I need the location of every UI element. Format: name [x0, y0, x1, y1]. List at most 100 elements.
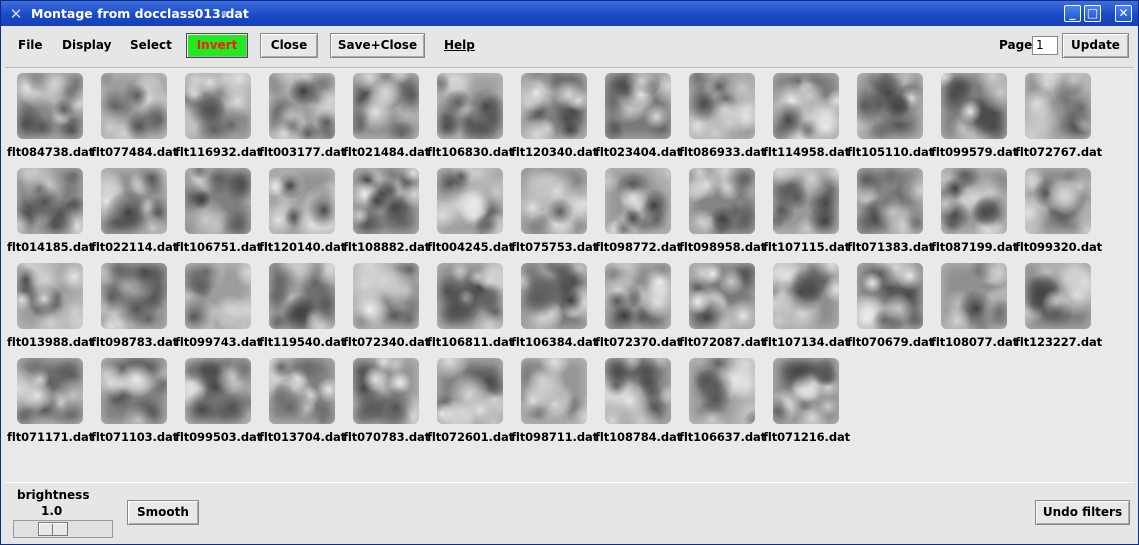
montage-cell[interactable]: flt003177.dat — [259, 69, 346, 164]
particle-image[interactable] — [773, 73, 839, 139]
particle-image[interactable] — [101, 168, 167, 234]
particle-image[interactable] — [353, 358, 419, 424]
particle-image[interactable] — [605, 358, 671, 424]
particle-image[interactable] — [941, 263, 1007, 329]
particle-image[interactable] — [17, 263, 83, 329]
particle-image[interactable] — [941, 168, 1007, 234]
particle-image[interactable] — [857, 73, 923, 139]
montage-cell[interactable]: flt119540.dat — [259, 259, 346, 354]
montage-cell[interactable]: flt099320.dat — [1015, 164, 1102, 259]
particle-image[interactable] — [185, 263, 251, 329]
montage-cell[interactable]: flt123227.dat — [1015, 259, 1102, 354]
montage-cell[interactable]: flt098711.dat — [511, 354, 598, 449]
particle-image[interactable] — [353, 168, 419, 234]
montage-cell[interactable]: flt105110.dat — [847, 69, 934, 164]
montage-cell[interactable]: flt098772.dat — [595, 164, 682, 259]
page-input[interactable]: 1 — [1032, 36, 1058, 55]
particle-image[interactable] — [773, 358, 839, 424]
particle-image[interactable] — [689, 263, 755, 329]
montage-cell[interactable]: flt072767.dat — [1015, 69, 1102, 164]
montage-cell[interactable]: flt099743.dat — [175, 259, 262, 354]
particle-image[interactable] — [269, 263, 335, 329]
montage-cell[interactable]: flt072370.dat — [595, 259, 682, 354]
particle-image[interactable] — [689, 168, 755, 234]
montage-cell[interactable]: flt107115.dat — [763, 164, 850, 259]
particle-image[interactable] — [101, 263, 167, 329]
montage-cell[interactable]: flt108077.dat — [931, 259, 1018, 354]
particle-image[interactable] — [1025, 73, 1091, 139]
montage-cell[interactable]: flt098783.dat — [91, 259, 178, 354]
particle-image[interactable] — [1025, 168, 1091, 234]
montage-cell[interactable]: flt106811.dat — [427, 259, 514, 354]
particle-image[interactable] — [521, 358, 587, 424]
montage-cell[interactable]: flt014185.dat — [7, 164, 94, 259]
brightness-slider[interactable] — [13, 520, 113, 538]
montage-cell[interactable]: flt070679.dat — [847, 259, 934, 354]
particle-image[interactable] — [101, 73, 167, 139]
particle-image[interactable] — [1025, 263, 1091, 329]
menu-file[interactable]: File — [18, 38, 43, 52]
montage-cell[interactable]: flt106830.dat — [427, 69, 514, 164]
montage-cell[interactable]: flt084738.dat — [7, 69, 94, 164]
montage-cell[interactable]: flt098958.dat — [679, 164, 766, 259]
montage-cell[interactable]: flt072601.dat — [427, 354, 514, 449]
montage-cell[interactable]: flt072087.dat — [679, 259, 766, 354]
brightness-slider-handle[interactable] — [38, 522, 68, 536]
particle-image[interactable] — [605, 73, 671, 139]
montage-cell[interactable]: flt120140.dat — [259, 164, 346, 259]
save-close-button[interactable]: Save+Close — [330, 33, 425, 58]
particle-image[interactable] — [605, 263, 671, 329]
particle-image[interactable] — [521, 73, 587, 139]
undo-filters-button[interactable]: Undo filters — [1035, 500, 1130, 525]
montage-cell[interactable]: flt086933.dat — [679, 69, 766, 164]
particle-image[interactable] — [269, 73, 335, 139]
montage-cell[interactable]: flt106384.dat — [511, 259, 598, 354]
montage-cell[interactable]: flt013704.dat — [259, 354, 346, 449]
montage-cell[interactable]: flt004245.dat — [427, 164, 514, 259]
montage-cell[interactable]: flt071383.dat — [847, 164, 934, 259]
particle-image[interactable] — [353, 73, 419, 139]
particle-image[interactable] — [17, 168, 83, 234]
montage-cell[interactable]: flt106751.dat — [175, 164, 262, 259]
maximize-button[interactable]: □ — [1084, 5, 1101, 22]
montage-cell[interactable]: flt108882.dat — [343, 164, 430, 259]
particle-image[interactable] — [689, 73, 755, 139]
particle-image[interactable] — [269, 358, 335, 424]
particle-image[interactable] — [437, 358, 503, 424]
smooth-button[interactable]: Smooth — [127, 500, 199, 525]
particle-image[interactable] — [773, 168, 839, 234]
montage-cell[interactable]: flt071216.dat — [763, 354, 850, 449]
close-button[interactable]: Close — [260, 33, 318, 58]
montage-cell[interactable]: flt071171.dat — [7, 354, 94, 449]
particle-image[interactable] — [437, 263, 503, 329]
montage-cell[interactable]: flt099579.dat — [931, 69, 1018, 164]
particle-image[interactable] — [437, 73, 503, 139]
montage-cell[interactable]: flt072340.dat — [343, 259, 430, 354]
close-window-button[interactable]: ✕ — [1115, 5, 1132, 22]
particle-image[interactable] — [17, 358, 83, 424]
montage-cell[interactable]: flt106637.dat — [679, 354, 766, 449]
menu-display[interactable]: Display — [62, 38, 111, 52]
montage-cell[interactable]: flt108784.dat — [595, 354, 682, 449]
montage-cell[interactable]: flt120340.dat — [511, 69, 598, 164]
montage-cell[interactable]: flt107134.dat — [763, 259, 850, 354]
update-button[interactable]: Update — [1062, 33, 1129, 58]
montage-cell[interactable]: flt023404.dat — [595, 69, 682, 164]
particle-image[interactable] — [17, 73, 83, 139]
particle-image[interactable] — [353, 263, 419, 329]
particle-image[interactable] — [185, 168, 251, 234]
particle-image[interactable] — [521, 263, 587, 329]
menu-help[interactable]: Help — [444, 38, 475, 52]
menu-select[interactable]: Select — [130, 38, 172, 52]
montage-cell[interactable]: flt114958.dat — [763, 69, 850, 164]
particle-image[interactable] — [101, 358, 167, 424]
invert-button[interactable]: Invert — [186, 33, 248, 58]
montage-cell[interactable]: flt075753.dat — [511, 164, 598, 259]
particle-image[interactable] — [269, 168, 335, 234]
montage-cell[interactable]: flt116932.dat — [175, 69, 262, 164]
particle-image[interactable] — [185, 73, 251, 139]
particle-image[interactable] — [857, 168, 923, 234]
particle-image[interactable] — [437, 168, 503, 234]
minimize-button[interactable]: _ — [1064, 5, 1081, 22]
particle-image[interactable] — [941, 73, 1007, 139]
